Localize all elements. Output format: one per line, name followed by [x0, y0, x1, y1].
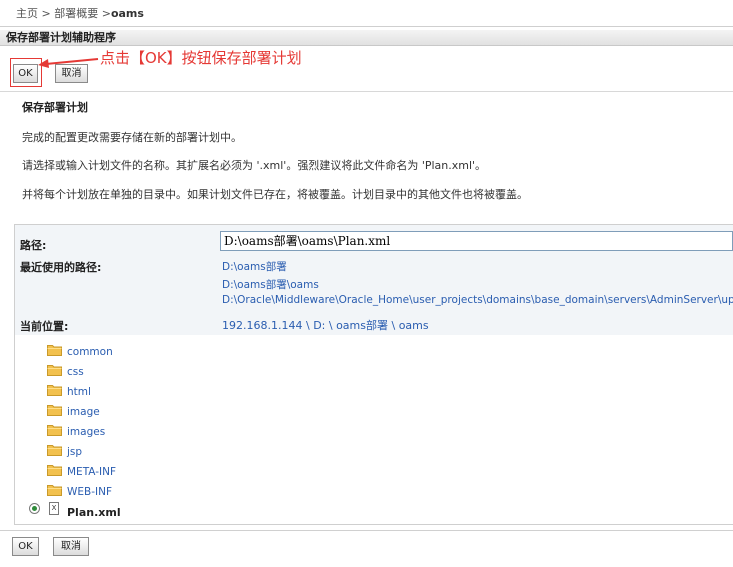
folder-icon: [47, 465, 62, 476]
current-location-label: 当前位置:: [20, 320, 69, 333]
folder-icon: [47, 485, 62, 496]
folder-name[interactable]: common: [67, 346, 113, 358]
xml-file-icon: X: [49, 502, 59, 515]
folder-name[interactable]: css: [67, 366, 84, 378]
annotation-arrow-icon: [38, 58, 99, 68]
folder-icon: [47, 365, 62, 376]
ok-button-top[interactable]: OK: [13, 64, 38, 83]
bottom-divider: [0, 530, 733, 531]
folder-icon: [47, 405, 62, 416]
section-title: 保存部署计划: [22, 101, 88, 114]
folder-name[interactable]: image: [67, 406, 100, 418]
breadcrumb-home-link[interactable]: 主页: [16, 7, 38, 20]
current-location-path: 192.168.1.144 \ D: \ oams部署 \ oams: [222, 317, 429, 333]
path-label: 路径:: [20, 239, 47, 252]
location-current-dir: oams: [398, 319, 429, 332]
folder-icon: [47, 385, 62, 396]
recent-path-link[interactable]: D:\oams部署\oams: [222, 277, 319, 292]
folder-name[interactable]: WEB-INF: [67, 486, 112, 498]
breadcrumb-current: oams: [110, 7, 144, 20]
section-divider: [0, 91, 733, 92]
annotation-text: 点击【OK】按钮保存部署计划: [100, 49, 302, 67]
folder-icon: [47, 445, 62, 456]
location-separator: \: [302, 319, 314, 332]
recent-path-link[interactable]: D:\Oracle\Middleware\Oracle_Home\user_pr…: [222, 294, 733, 306]
file-name[interactable]: Plan.xml: [67, 506, 121, 519]
recent-path-link[interactable]: D:\oams部署: [222, 259, 287, 274]
folder-name[interactable]: images: [67, 426, 105, 438]
folder-name[interactable]: jsp: [67, 446, 82, 458]
path-input[interactable]: D:\oams部署\oams\Plan.xml: [220, 231, 733, 251]
folder-icon: [47, 345, 62, 356]
recent-paths-label: 最近使用的路径:: [20, 261, 102, 274]
file-radio-button[interactable]: [29, 503, 40, 514]
breadcrumb-separator: >: [98, 7, 111, 20]
folder-name[interactable]: html: [67, 386, 91, 398]
breadcrumb: 主页 > 部署概要 >oams: [16, 5, 144, 21]
ok-button-bottom[interactable]: OK: [12, 537, 39, 556]
location-separator: \: [325, 319, 337, 332]
page-title: 保存部署计划辅助程序: [0, 30, 733, 46]
location-separator: \: [388, 319, 399, 332]
top-divider: [0, 26, 733, 27]
description-line-2: 请选择或输入计划文件的名称。其扩展名必须为 '.xml'。强烈建议将此文件命名为…: [22, 159, 487, 172]
description-line-1: 完成的配置更改需要存储在新的部署计划中。: [22, 131, 242, 144]
breadcrumb-separator: >: [38, 7, 51, 20]
location-drive-link[interactable]: D:: [313, 319, 325, 332]
description-line-3: 并将每个计划放在单独的目录中。如果计划文件已存在，将被覆盖。计划目录中的其他文件…: [22, 188, 528, 201]
location-host-link[interactable]: 192.168.1.144: [222, 319, 302, 332]
breadcrumb-overview-link[interactable]: 部署概要: [54, 7, 98, 20]
location-dir-link[interactable]: oams部署: [336, 319, 388, 332]
folder-name[interactable]: META-INF: [67, 466, 116, 478]
cancel-button-bottom[interactable]: 取消: [53, 537, 89, 556]
folder-icon: [47, 425, 62, 436]
